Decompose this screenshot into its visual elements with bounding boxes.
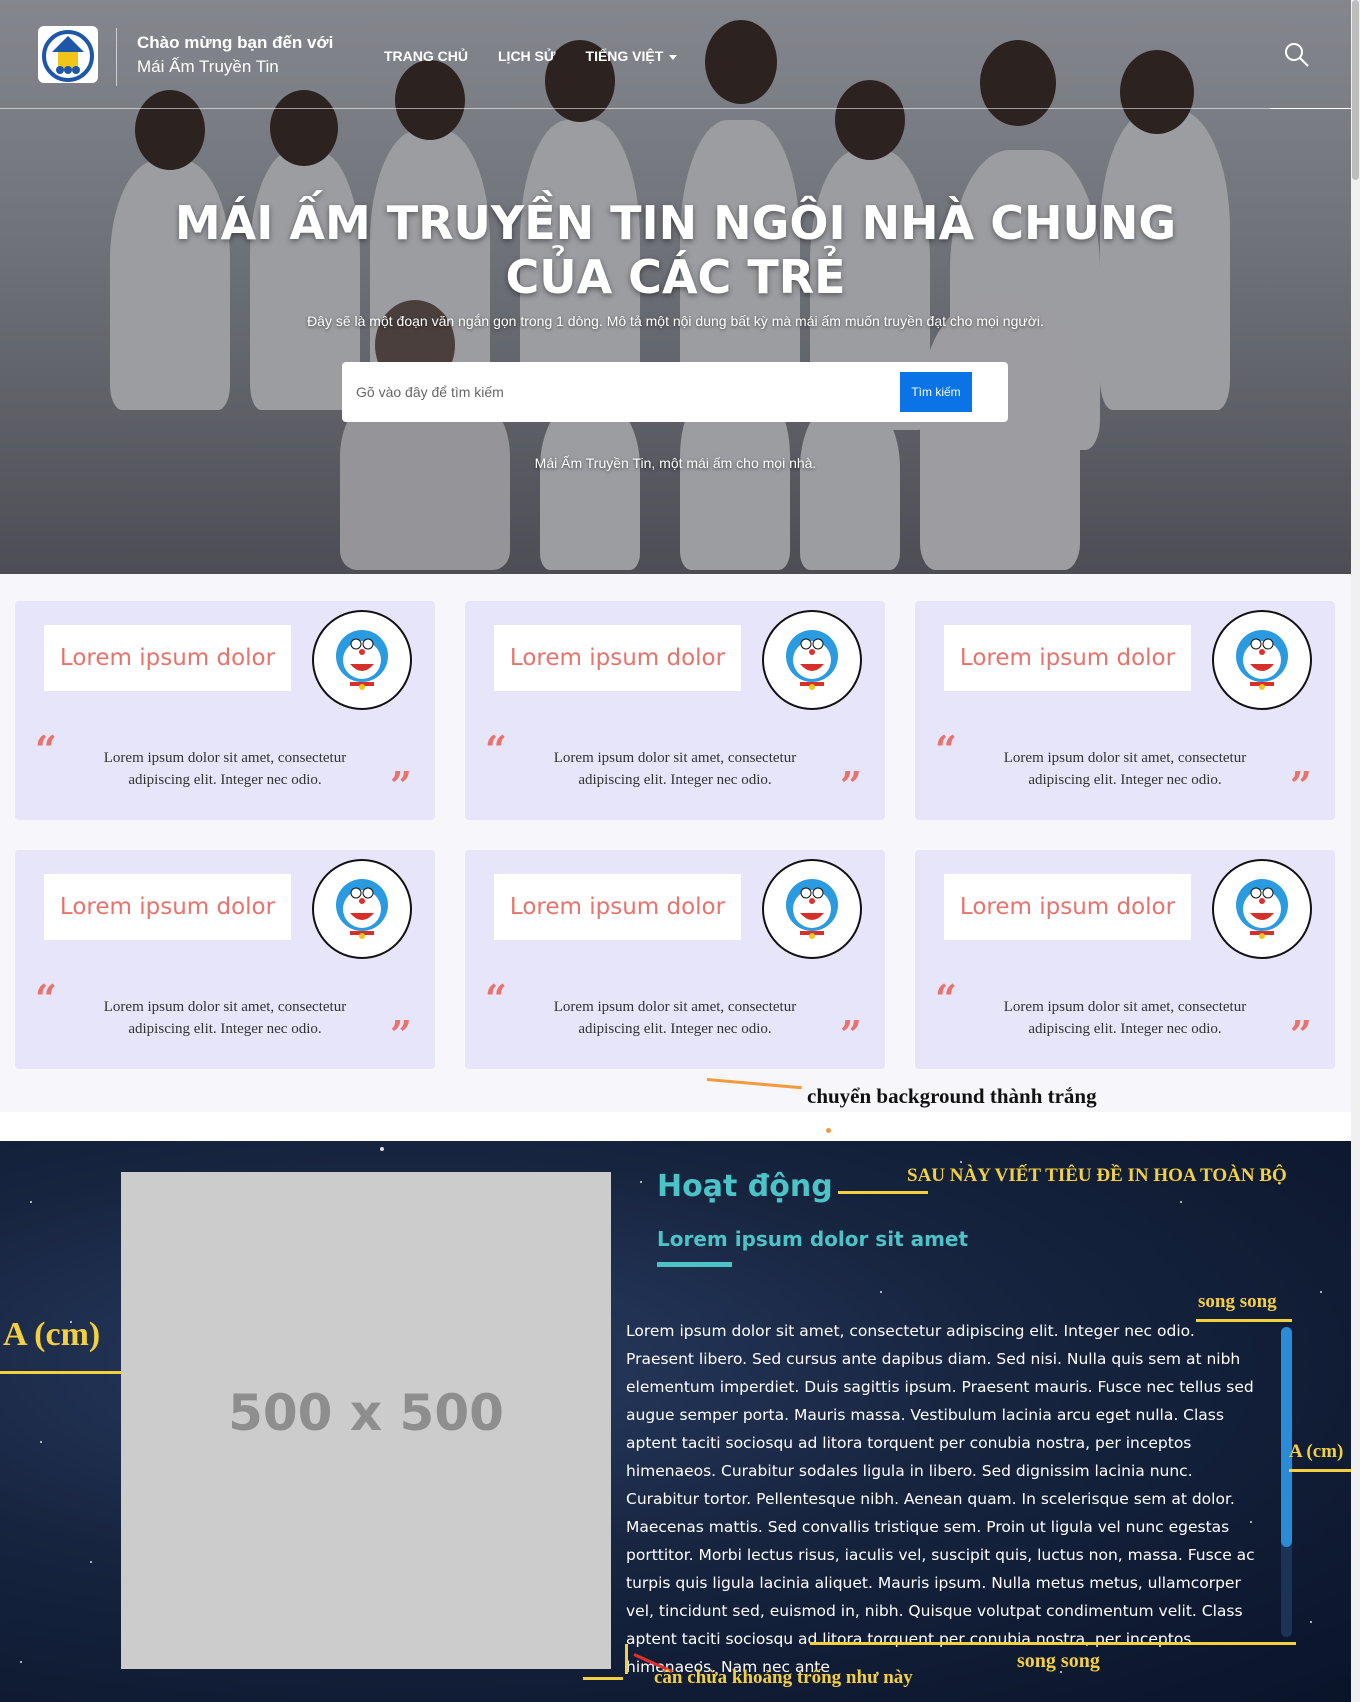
card-title-box: Lorem ipsum dolor (944, 874, 1191, 940)
top-navbar: Chào mừng bạn đến với Mái Ấm Truyền Tin … (0, 0, 1351, 110)
language-label: TIẾNG VIỆT (585, 48, 664, 64)
annotation-line (1196, 1319, 1292, 1322)
annotation-line (810, 1642, 1296, 1645)
quote-open-icon: “ (485, 727, 507, 772)
card-text: Lorem ipsum dolor sit amet, consectetur … (103, 750, 347, 788)
search-button[interactable]: Tìm kiếm (900, 372, 972, 412)
quote-close-icon: ” (390, 1012, 412, 1057)
doraemon-avatar-icon (762, 610, 862, 710)
doraemon-avatar-icon (1212, 610, 1312, 710)
search-underline (1270, 108, 1351, 109)
text-scrollbar[interactable] (1281, 1327, 1292, 1547)
card-text: Lorem ipsum dolor sit amet, consectetur … (553, 999, 797, 1037)
card-title: Lorem ipsum dolor (59, 645, 276, 671)
testimonial-card: Lorem ipsum dolor “ Lorem ipsum dolor si… (465, 850, 885, 1069)
caret-down-icon (669, 54, 678, 60)
card-title-box: Lorem ipsum dolor (44, 625, 291, 691)
hero-title-line2: CỦA CÁC TRẺ (505, 250, 846, 304)
card-title: Lorem ipsum dolor (959, 894, 1176, 920)
activity-subtitle: Lorem ipsum dolor sit amet (657, 1227, 969, 1251)
nav-item-history[interactable]: LỊCH SỬ (498, 48, 556, 64)
hero-title: MÁI ẤM TRUYỀN TIN NGÔI NHÀ CHUNG CỦA CÁC… (0, 196, 1351, 304)
hero-section: Chào mừng bạn đến với Mái Ấm Truyền Tin … (0, 0, 1351, 574)
card-title: Lorem ipsum dolor (509, 894, 726, 920)
activity-section: 500 x 500 Hoạt động Lorem ipsum dolor si… (0, 1141, 1351, 1702)
card-text: Lorem ipsum dolor sit amet, consectetur … (553, 750, 797, 788)
annotation-a-left: A (cm) (3, 1316, 101, 1353)
quote-close-icon: ” (840, 763, 862, 808)
doraemon-avatar-icon (762, 859, 862, 959)
card-text: Lorem ipsum dolor sit amet, consectetur … (1003, 750, 1247, 788)
doraemon-avatar-icon (1212, 859, 1312, 959)
brand-name: Mái Ấm Truyền Tin (137, 57, 279, 76)
navbar-divider (0, 108, 1351, 109)
placeholder-size-label: 500 x 500 (228, 1384, 504, 1442)
brand-greeting: Chào mừng bạn đến với (137, 33, 334, 52)
annotation-line (838, 1191, 928, 1194)
annotation-parallel-top: song song (1198, 1291, 1277, 1312)
card-title-box: Lorem ipsum dolor (944, 625, 1191, 691)
search-input[interactable] (356, 376, 916, 408)
main-nav: TRANG CHỦ LỊCH SỬ TIẾNG VIỆT (384, 48, 678, 64)
activity-title: Hoạt động (657, 1169, 833, 1204)
annotation-background-white: chuyển background thành trắng (807, 1084, 1097, 1108)
testimonial-card: Lorem ipsum dolor “ Lorem ipsum dolor si… (915, 850, 1335, 1069)
page-scrollbar-track (1351, 0, 1360, 1702)
card-title-box: Lorem ipsum dolor (494, 874, 741, 940)
quote-close-icon: ” (1290, 1012, 1312, 1057)
doraemon-avatar-icon (312, 610, 412, 710)
quote-close-icon: ” (840, 1012, 862, 1057)
annotation-parallel-bottom: song song (1017, 1650, 1100, 1672)
card-text: Lorem ipsum dolor sit amet, consectetur … (1003, 999, 1247, 1037)
nav-item-language[interactable]: TIẾNG VIỆT (586, 48, 678, 64)
quote-open-icon: “ (935, 727, 957, 772)
annotation-dot (826, 1128, 831, 1133)
card-title: Lorem ipsum dolor (59, 894, 276, 920)
hero-search-box: Tìm kiếm (342, 362, 1008, 422)
card-title-box: Lorem ipsum dolor (44, 874, 291, 940)
quote-open-icon: “ (35, 976, 57, 1021)
hero-subtitle: Đây sẽ là một đoạn văn ngắn gọn trong 1 … (307, 313, 1044, 329)
search-icon[interactable] (1284, 42, 1310, 68)
annotation-a-right: A (cm) (1289, 1441, 1344, 1462)
home-logo-icon[interactable] (38, 26, 98, 83)
testimonial-card: Lorem ipsum dolor “ Lorem ipsum dolor si… (15, 601, 435, 820)
annotation-line (625, 1644, 628, 1674)
quote-open-icon: “ (935, 976, 957, 1021)
subtitle-underline (657, 1262, 732, 1267)
card-text: Lorem ipsum dolor sit amet, consectetur … (103, 999, 347, 1037)
hero-title-line1: MÁI ẤM TRUYỀN TIN NGÔI NHÀ CHUNG (174, 196, 1177, 250)
quote-open-icon: “ (35, 727, 57, 772)
logo-separator (116, 28, 117, 86)
quote-close-icon: ” (1290, 763, 1312, 808)
activity-image-placeholder: 500 x 500 (121, 1172, 611, 1669)
nav-item-home[interactable]: TRANG CHỦ (384, 48, 468, 64)
doraemon-avatar-icon (312, 859, 412, 959)
quote-close-icon: ” (390, 763, 412, 808)
card-title: Lorem ipsum dolor (959, 645, 1176, 671)
annotation-keep-space: cần chừa khoảng trống như này (654, 1667, 913, 1688)
quote-open-icon: “ (485, 976, 507, 1021)
card-title-box: Lorem ipsum dolor (494, 625, 741, 691)
annotation-uppercase-title: SAU NÀY VIẾT TIÊU ĐỀ IN HOA TOÀN BỘ (907, 1165, 1287, 1186)
testimonial-card: Lorem ipsum dolor “ Lorem ipsum dolor si… (15, 850, 435, 1069)
hero-tagline: Mái Ấm Truyền Tin, một mái ấm cho mọi nh… (534, 455, 817, 471)
cards-section: Lorem ipsum dolor “ Lorem ipsum dolor si… (0, 574, 1351, 1112)
annotation-line (583, 1677, 623, 1680)
annotation-line (1289, 1469, 1351, 1472)
activity-body-text: Lorem ipsum dolor sit amet, consectetur … (626, 1322, 1255, 1676)
testimonial-card: Lorem ipsum dolor “ Lorem ipsum dolor si… (465, 601, 885, 820)
card-title: Lorem ipsum dolor (509, 645, 726, 671)
testimonial-card: Lorem ipsum dolor “ Lorem ipsum dolor si… (915, 601, 1335, 820)
annotation-line (0, 1371, 122, 1374)
page-scrollbar-thumb[interactable] (1352, 0, 1359, 180)
